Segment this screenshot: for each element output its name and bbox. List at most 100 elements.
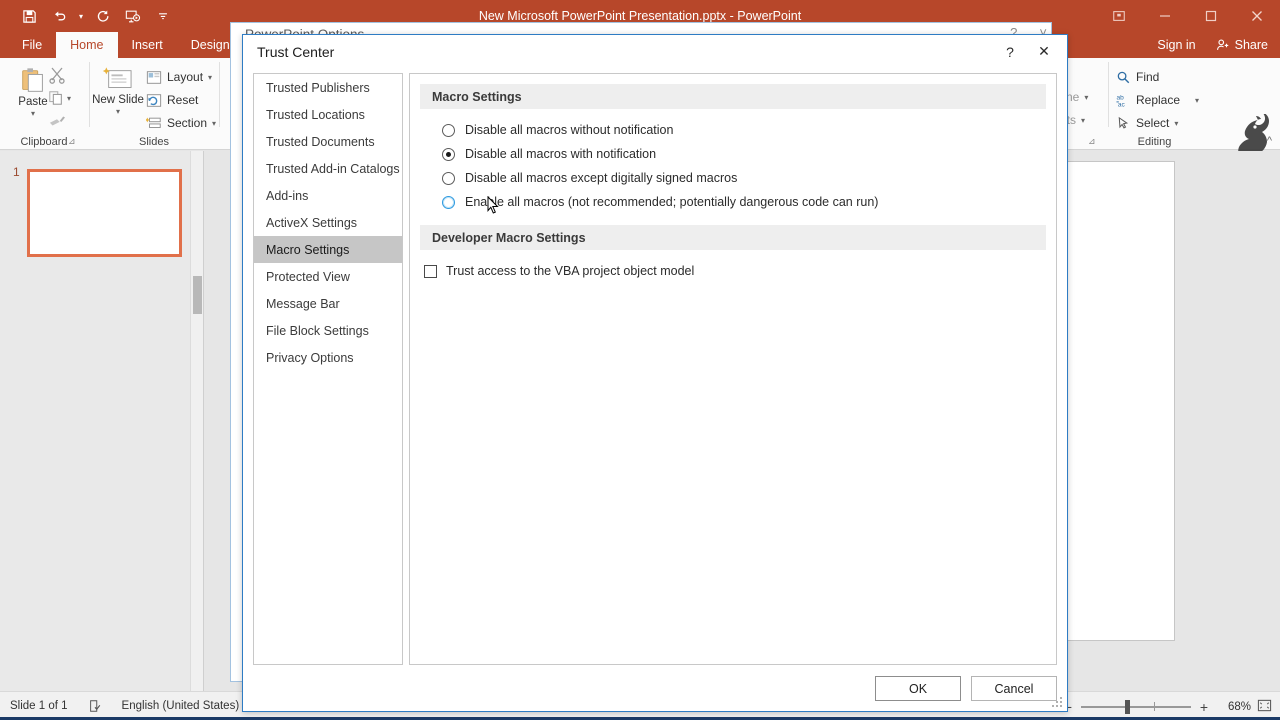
checkbox-row-trust-vba-access[interactable]: Trust access to the VBA project object m…: [420, 260, 1046, 282]
resize-grip[interactable]: [1052, 697, 1064, 709]
tab-home[interactable]: Home: [56, 32, 118, 58]
radio-button[interactable]: [442, 123, 455, 137]
format-painter-button[interactable]: [48, 113, 66, 132]
radio-button[interactable]: [442, 147, 455, 161]
nav-label: Trusted Publishers: [266, 80, 370, 95]
trust-center-footer: OK Cancel: [875, 676, 1057, 701]
undo-icon[interactable]: [44, 3, 74, 29]
zoom-slider[interactable]: [1081, 699, 1191, 714]
section-dropdown-icon[interactable]: ▾: [212, 119, 216, 128]
slide-editing-surface[interactable]: [1065, 161, 1175, 641]
minimize-icon[interactable]: [1142, 0, 1188, 32]
replace-label: Replace: [1136, 93, 1181, 107]
find-label: Find: [1136, 70, 1160, 84]
replace-dropdown-icon[interactable]: ▾: [1195, 96, 1199, 105]
new-slide-dropdown-icon[interactable]: ▾: [116, 107, 120, 116]
share-label: Share: [1234, 38, 1268, 52]
help-icon[interactable]: ?: [993, 37, 1027, 67]
layout-button[interactable]: Layout ▾: [146, 66, 212, 88]
nav-item-macro-settings[interactable]: Macro Settings: [254, 236, 402, 263]
trust-center-nav-list[interactable]: Trusted Publishers Trusted Locations Tru…: [253, 73, 403, 665]
section-button[interactable]: Section ▾: [146, 112, 216, 134]
redo-icon[interactable]: [88, 3, 118, 29]
language-status[interactable]: English (United States): [112, 700, 250, 712]
nav-item-privacy-options[interactable]: Privacy Options: [254, 344, 402, 371]
restore-icon[interactable]: [1188, 0, 1234, 32]
nav-item-message-bar[interactable]: Message Bar: [254, 290, 402, 317]
cut-icon: [49, 67, 65, 84]
slide-status[interactable]: Slide 1 of 1: [0, 700, 78, 712]
nav-item-trusted-publishers[interactable]: Trusted Publishers: [254, 74, 402, 101]
tab-file[interactable]: File: [8, 32, 56, 58]
slide-thumbnail-1[interactable]: [27, 169, 182, 257]
radio-row-disable-all-with-notification[interactable]: Disable all macros with notification: [420, 143, 1046, 165]
group-divider-3: [1108, 62, 1109, 127]
chevron-up-icon[interactable]: ^: [1267, 135, 1272, 147]
fit-to-window-button[interactable]: [1257, 698, 1272, 716]
account-area: Sign in Share: [1145, 32, 1280, 58]
sign-in-button[interactable]: Sign in: [1145, 38, 1207, 52]
radio-button[interactable]: [442, 171, 455, 185]
start-slideshow-icon[interactable]: [118, 3, 148, 29]
radio-label: Disable all macros without notification: [465, 123, 674, 137]
ribbon-group-editing: Find ab ac Replace ▾ Select ▾ Editing: [1112, 58, 1199, 150]
nav-label: ActiveX Settings: [266, 215, 358, 230]
copy-button[interactable]: ▾: [48, 90, 71, 106]
find-button[interactable]: Find: [1116, 66, 1159, 88]
trust-center-title: Trust Center: [257, 43, 335, 60]
layout-icon: [146, 70, 162, 84]
customize-qat-icon[interactable]: [148, 3, 178, 29]
scrollbar-thumb[interactable]: [193, 276, 202, 314]
cut-button[interactable]: [48, 66, 66, 87]
nav-item-file-block-settings[interactable]: File Block Settings: [254, 317, 402, 344]
nav-item-protected-view[interactable]: Protected View: [254, 263, 402, 290]
screen: ▾ New Microsoft PowerPoint Presentation.…: [0, 0, 1280, 720]
cancel-button[interactable]: Cancel: [971, 676, 1057, 701]
reset-label: Reset: [167, 93, 199, 107]
paste-dropdown-icon[interactable]: ▾: [31, 109, 35, 118]
replace-button[interactable]: ab ac Replace ▾: [1116, 89, 1199, 111]
share-button[interactable]: Share: [1208, 32, 1280, 58]
clipboard-dialog-launcher[interactable]: ⊿: [68, 136, 76, 147]
nav-label: File Block Settings: [266, 323, 369, 338]
zoom-level-label[interactable]: 68%: [1217, 701, 1251, 713]
zoom-slider-handle[interactable]: [1125, 699, 1130, 714]
copy-dropdown-icon[interactable]: ▾: [67, 94, 71, 103]
trust-center-dialog[interactable]: Trust Center ? ✕ Trusted Publishers Trus…: [242, 34, 1068, 712]
save-icon[interactable]: [14, 3, 44, 29]
checkbox-label: Trust access to the VBA project object m…: [446, 264, 695, 278]
tab-insert[interactable]: Insert: [118, 32, 177, 58]
radio-button[interactable]: [442, 195, 455, 209]
shape-effects-dropdown-icon[interactable]: ▾: [1081, 116, 1085, 125]
drawing-dialog-launcher[interactable]: ⊿: [1088, 136, 1096, 147]
nav-item-add-ins[interactable]: Add-ins: [254, 182, 402, 209]
thumbnail-pane-scrollbar[interactable]: [190, 151, 203, 691]
shape-outline-dropdown-icon[interactable]: ▾: [1084, 93, 1088, 102]
select-button[interactable]: Select ▾: [1116, 112, 1178, 134]
quick-access-toolbar: ▾: [0, 3, 178, 29]
ribbon-display-options-icon[interactable]: [1096, 0, 1142, 32]
ok-button[interactable]: OK: [875, 676, 961, 701]
section-icon: [146, 116, 161, 128]
reset-button[interactable]: Reset: [146, 89, 198, 111]
nav-item-trusted-documents[interactable]: Trusted Documents: [254, 128, 402, 155]
nav-item-activex-settings[interactable]: ActiveX Settings: [254, 209, 402, 236]
checkbox[interactable]: [424, 264, 437, 278]
close-icon[interactable]: ✕: [1027, 37, 1061, 67]
radio-row-enable-all-macros[interactable]: Enable all macros (not recommended; pote…: [420, 191, 1046, 213]
close-icon[interactable]: [1234, 0, 1280, 32]
new-slide-button[interactable]: New Slide ▾: [92, 66, 144, 116]
nav-item-trusted-locations[interactable]: Trusted Locations: [254, 101, 402, 128]
slide-status-label: Slide 1 of 1: [10, 700, 68, 712]
nav-item-trusted-add-in-catalogs[interactable]: Trusted Add-in Catalogs: [254, 155, 402, 182]
layout-dropdown-icon[interactable]: ▾: [208, 73, 212, 82]
radio-row-disable-except-signed[interactable]: Disable all macros except digitally sign…: [420, 167, 1046, 189]
radio-row-disable-all-without-notification[interactable]: Disable all macros without notification: [420, 119, 1046, 141]
nav-label: Protected View: [266, 269, 350, 284]
zoom-in-button[interactable]: +: [1197, 699, 1211, 715]
undo-dropdown-icon[interactable]: ▾: [74, 3, 88, 29]
spellcheck-button[interactable]: [78, 699, 112, 713]
paste-label: Paste: [18, 96, 48, 108]
nav-label: Trusted Documents: [266, 134, 375, 149]
select-dropdown-icon[interactable]: ▾: [1174, 119, 1178, 128]
